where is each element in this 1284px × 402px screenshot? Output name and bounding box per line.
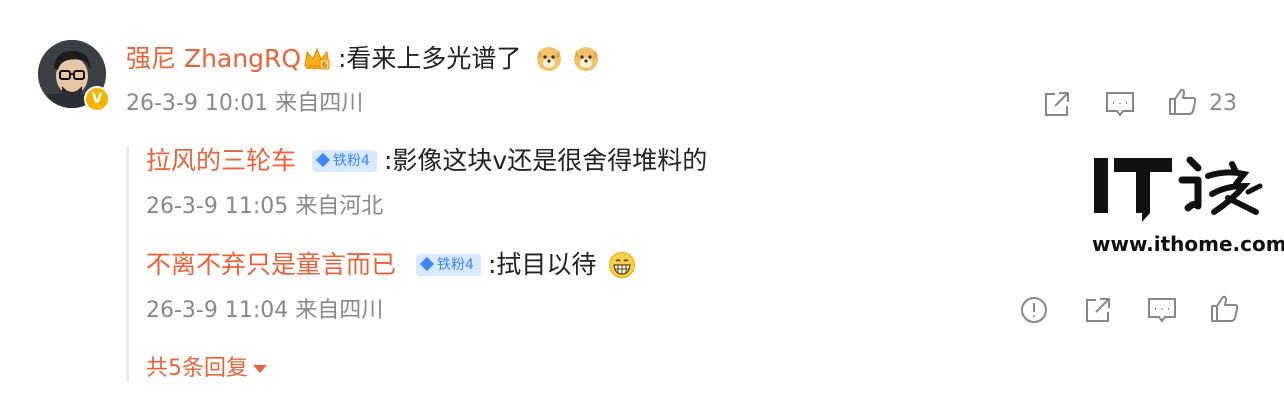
reply-time: 26-3-9 11:04 来自四川 [146,298,384,323]
main-comment-location: 来自四川 [275,91,364,116]
main-comment-author[interactable]: 强尼 ZhangRQ [126,44,301,74]
like-icon[interactable] [1167,86,1199,118]
comment-icon[interactable] [1104,88,1136,120]
doge-emoji-icon [535,44,563,72]
reply-location: 来自四川 [295,298,384,323]
reply-time: 26-3-9 11:05 来自河北 [146,194,384,219]
diamond-icon [419,256,435,272]
reply-content: :影像这块v还是很舍得堆料的 [384,146,708,175]
share-icon[interactable] [1082,294,1114,326]
fan-badge: 铁粉4 [416,254,481,276]
more-replies-link[interactable]: 共5条回复 [146,355,267,383]
main-comment-content: :看来上多光谱了 [338,44,522,73]
like-count: 23 [1209,91,1237,116]
main-comment-time: 26-3-9 10:01 来自四川 [126,91,364,116]
svg-text:6: 6 [322,61,327,70]
comment-icon[interactable] [1146,294,1178,326]
report-icon[interactable] [1018,294,1050,326]
verified-badge-icon: V [84,86,110,112]
like-icon[interactable] [1209,293,1241,325]
reply-content: :拭目以待 [488,250,597,279]
reply-thread-line [126,146,129,382]
share-icon[interactable] [1041,88,1073,120]
ithome-logo [1094,156,1266,226]
doge-emoji-icon [572,44,600,72]
reply-location: 来自河北 [295,194,384,219]
caret-down-icon [253,365,267,373]
grin-emoji-icon [608,251,636,279]
fan-badge: 铁粉4 [312,150,377,172]
crown-badge-icon: 6 [302,44,332,76]
watermark-url: www.ithome.com [1092,232,1284,256]
reply-author[interactable]: 不离不弃只是童言而已 [146,250,396,280]
reply-author[interactable]: 拉风的三轮车 [146,146,296,176]
diamond-icon [315,152,331,168]
